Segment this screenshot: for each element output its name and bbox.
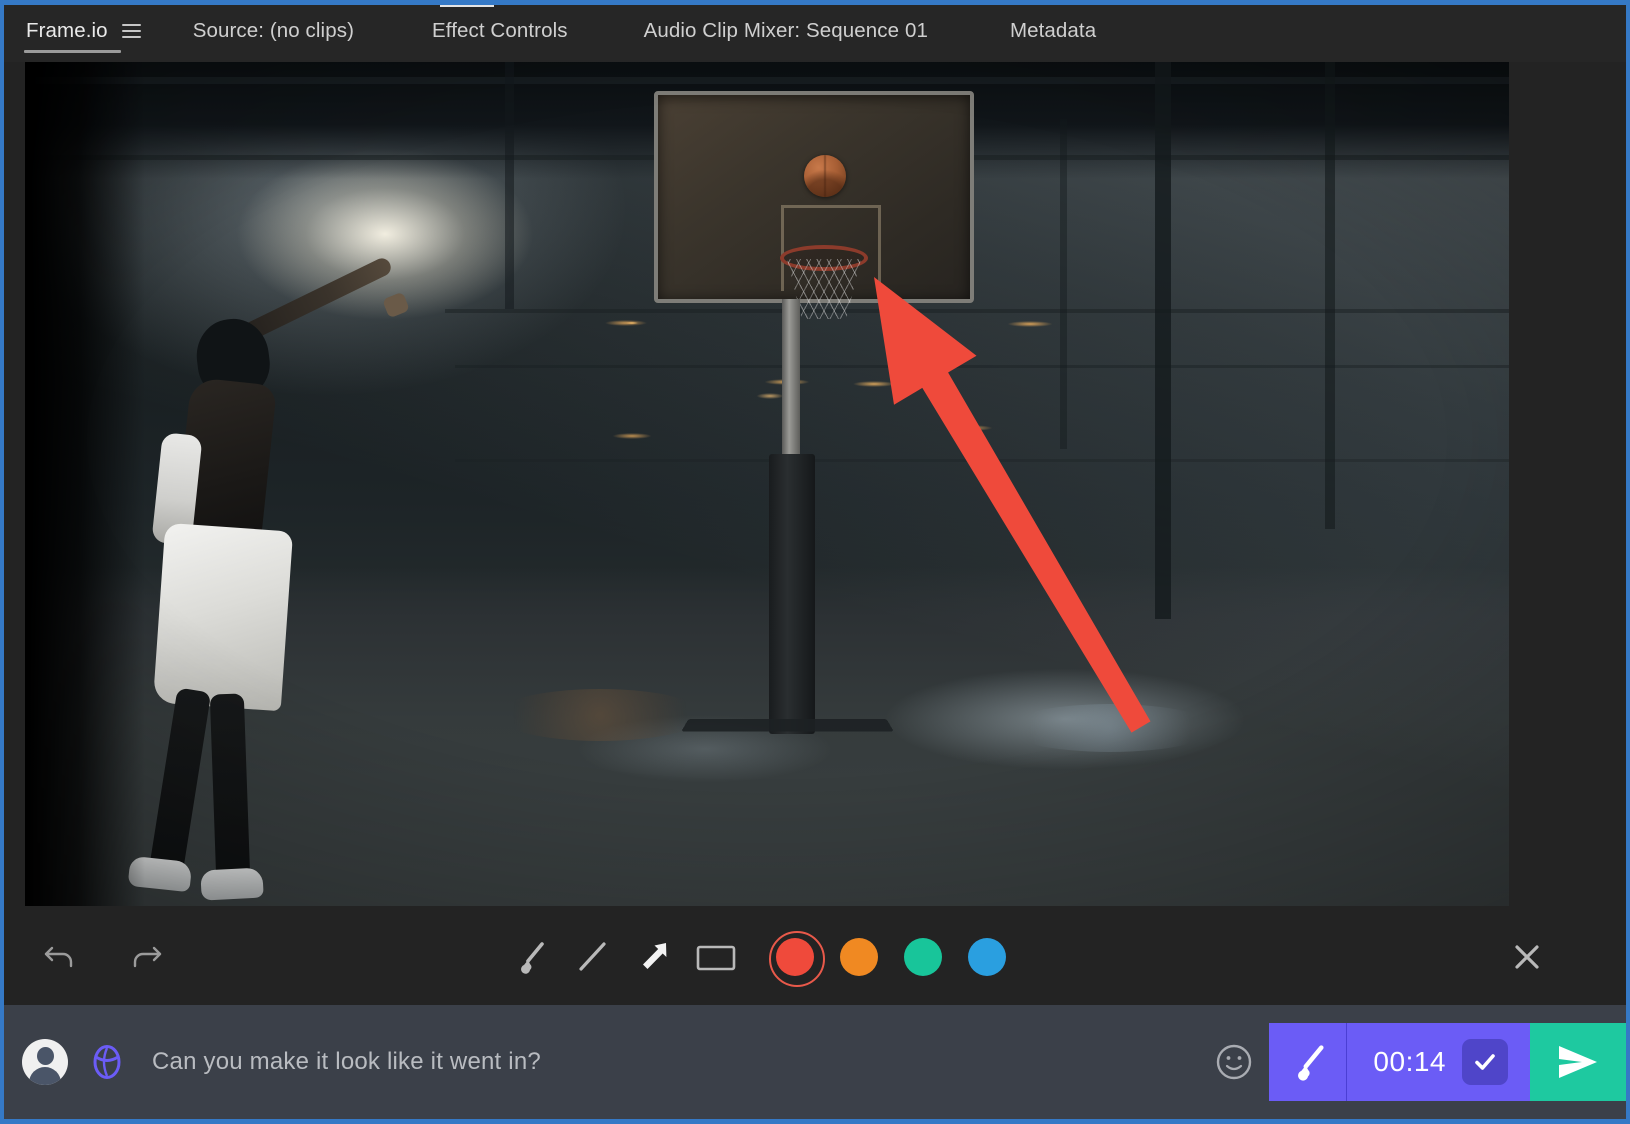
undo-button[interactable]: [34, 931, 86, 983]
color-swatch-orange[interactable]: [827, 931, 891, 983]
frameio-review-panel: Frame.io Source: (no clips) Effect Contr…: [0, 0, 1630, 1124]
ceiling-beam: [455, 365, 1509, 368]
comment-input[interactable]: [152, 1048, 1200, 1076]
emoji-button[interactable]: [1199, 1005, 1269, 1119]
annotation-toolbar: [4, 906, 1626, 1007]
color-swatch-red[interactable]: [763, 930, 827, 987]
timestamp-checkbox[interactable]: [1462, 1039, 1508, 1085]
emoji-smiley-icon: [1217, 1044, 1252, 1080]
ceiling-beam: [1155, 59, 1171, 619]
avatar-head: [36, 1047, 54, 1065]
tab-source[interactable]: Source: (no clips): [191, 15, 356, 53]
tool-rectangle[interactable]: [685, 931, 747, 983]
tab-metadata-label: Metadata: [1009, 18, 1097, 42]
hamburger-menu-icon[interactable]: [121, 23, 141, 38]
arrow-icon: [643, 942, 667, 969]
tab-audio-clip-mixer-label: Audio Clip Mixer: Sequence 01: [643, 18, 928, 42]
rectangle-icon: [696, 945, 736, 970]
ceiling-beam: [1060, 119, 1067, 449]
comment-bar: 00:14: [4, 1005, 1626, 1119]
paintbrush-icon: [1297, 1045, 1324, 1081]
comment-timestamp: 00:14: [1373, 1046, 1446, 1077]
send-paper-plane-icon: [1559, 1046, 1597, 1078]
swatch-dot: [776, 937, 814, 976]
edge-shadow: [25, 59, 145, 906]
comment-timestamp-button[interactable]: 00:14: [1347, 1023, 1530, 1101]
panel-drag-handle[interactable]: [440, 5, 494, 7]
tool-arrow[interactable]: [623, 931, 685, 983]
player-shoe: [200, 867, 264, 901]
tab-frameio-label: Frame.io: [26, 18, 108, 42]
player-leg: [209, 693, 251, 880]
paintbrush-icon: [521, 941, 544, 974]
ceiling-beam: [1325, 59, 1335, 529]
floor-stain: [495, 689, 705, 741]
video-frame-image: [25, 59, 1509, 906]
redo-button[interactable]: [120, 931, 172, 983]
check-icon: [1475, 1054, 1495, 1070]
send-comment-button[interactable]: [1530, 1023, 1626, 1101]
hoop-pole-pad: [769, 454, 815, 734]
swatch-dot: [904, 937, 942, 976]
panel-tab-bar: Frame.io Source: (no clips) Effect Contr…: [4, 5, 1626, 62]
active-tab-underline: [24, 49, 121, 53]
ceiling-beam: [445, 309, 1509, 313]
globe-icon[interactable]: [88, 1043, 126, 1081]
player-shorts: [152, 522, 294, 712]
close-x-icon: [1515, 944, 1539, 969]
player-hand: [382, 291, 410, 319]
tab-audio-clip-mixer[interactable]: Audio Clip Mixer: Sequence 01: [642, 15, 930, 53]
player-leg: [148, 687, 212, 876]
avatar-body: [29, 1067, 61, 1085]
swatch-dot: [840, 937, 878, 976]
undo-arrow-icon: [44, 946, 73, 967]
tool-line[interactable]: [561, 931, 623, 983]
color-swatch-blue[interactable]: [955, 931, 1019, 983]
tab-source-label: Source: (no clips): [192, 18, 354, 42]
close-annotation-button[interactable]: [1504, 934, 1550, 980]
tab-frameio[interactable]: Frame.io: [24, 15, 143, 53]
tab-effect-controls[interactable]: Effect Controls: [430, 15, 570, 53]
globe-glyph: [93, 1045, 121, 1079]
video-preview[interactable]: [25, 59, 1509, 906]
color-swatch-group: [763, 930, 1019, 987]
hoop-base-mat: [681, 718, 894, 732]
swatch-dot: [968, 937, 1006, 976]
tab-effect-controls-label: Effect Controls: [432, 18, 568, 42]
redo-arrow-icon: [133, 946, 162, 967]
ceiling-beam: [455, 459, 1509, 462]
floor-stain: [1005, 704, 1215, 752]
user-avatar[interactable]: [22, 1039, 68, 1085]
hoop-pole: [782, 299, 800, 479]
tool-brush[interactable]: [499, 931, 561, 983]
basketball: [804, 155, 846, 197]
ceiling-beam: [25, 77, 1509, 84]
color-swatch-teal[interactable]: [891, 931, 955, 983]
comment-draw-button[interactable]: [1269, 1023, 1348, 1101]
tab-metadata[interactable]: Metadata: [1008, 15, 1098, 53]
ceiling-beam: [505, 59, 514, 309]
line-icon: [579, 941, 606, 971]
